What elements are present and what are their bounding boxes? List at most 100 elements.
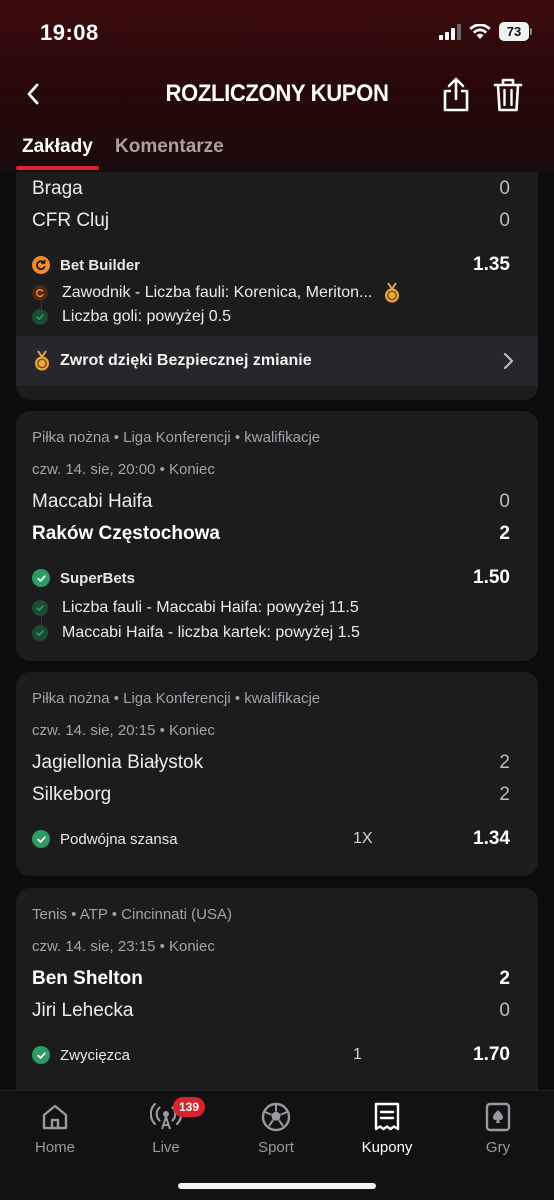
tab-comments[interactable]: Komentarze bbox=[115, 136, 224, 158]
event-date: czw. 14. sie, 20:00 • Koniec bbox=[32, 461, 215, 478]
team-score: 0 bbox=[499, 210, 510, 231]
team-name: Raków Częstochowa bbox=[32, 523, 220, 544]
tab-active-indicator bbox=[16, 166, 99, 170]
trash-icon bbox=[493, 78, 523, 112]
team-score: 2 bbox=[499, 752, 510, 773]
battery-level: 73 bbox=[499, 22, 529, 41]
team-row: Silkeborg 2 bbox=[32, 784, 510, 806]
selection-text: Maccabi Haifa - liczba kartek: powyżej 1… bbox=[62, 624, 360, 641]
selection-text: Liczba goli: powyżej 0.5 bbox=[62, 308, 231, 325]
bet-type: Podwójna szansa bbox=[60, 830, 178, 848]
team-name: Maccabi Haifa bbox=[32, 491, 153, 512]
team-score: 0 bbox=[499, 1000, 510, 1021]
share-button[interactable] bbox=[440, 74, 472, 114]
selection-row: Maccabi Haifa - liczba kartek: powyżej 1… bbox=[32, 624, 510, 642]
playing-card-icon bbox=[485, 1102, 511, 1132]
chevron-right-icon bbox=[503, 352, 514, 370]
tab-live[interactable]: 139 Live bbox=[121, 1097, 211, 1156]
status-time: 19:08 bbox=[40, 20, 99, 45]
nav-bar: ROZLICZONY KUPON bbox=[0, 70, 554, 118]
bet-card[interactable]: Tenis • ATP • Cincinnati (USA) czw. 14. … bbox=[16, 888, 538, 1090]
bet-row: Bet Builder 1.35 bbox=[32, 254, 510, 276]
check-icon bbox=[32, 1046, 50, 1064]
tab-label: Live bbox=[152, 1139, 180, 1156]
bet-odds: 1.50 bbox=[473, 567, 510, 588]
check-icon bbox=[32, 830, 50, 848]
status-bar: 19:08 73 bbox=[0, 0, 554, 66]
bet-odds: 1.70 bbox=[473, 1044, 510, 1065]
medal-icon bbox=[35, 350, 49, 371]
soccer-ball-icon bbox=[261, 1102, 291, 1132]
selection-row: Zawodnik - Liczba fauli: Korenica, Merit… bbox=[32, 282, 510, 304]
bet-type: Zwycięzca bbox=[60, 1046, 131, 1064]
check-icon bbox=[32, 625, 48, 641]
team-score: 0 bbox=[499, 491, 510, 512]
selection-row: Liczba goli: powyżej 0.5 bbox=[32, 308, 510, 326]
bet-type: Bet Builder bbox=[60, 256, 141, 274]
home-icon bbox=[42, 1104, 68, 1130]
bet-odds: 1.34 bbox=[473, 828, 510, 849]
team-score: 0 bbox=[499, 178, 510, 199]
team-name: Silkeborg bbox=[32, 784, 112, 805]
team-row: Ben Shelton 2 bbox=[32, 968, 510, 990]
tab-home[interactable]: Home bbox=[10, 1101, 100, 1156]
team-name: CFR Cluj bbox=[32, 210, 110, 231]
check-icon bbox=[32, 600, 48, 616]
event-date: czw. 14. sie, 23:15 • Koniec bbox=[32, 938, 215, 955]
league-info: Piłka nożna • Liga Konferencji • kwalifi… bbox=[32, 429, 321, 446]
tab-label: Sport bbox=[258, 1139, 294, 1156]
refund-selection-icon bbox=[32, 285, 48, 301]
team-row: Jagiellonia Białystok 2 bbox=[32, 752, 510, 774]
bet-row: SuperBets 1.50 bbox=[32, 567, 510, 589]
tab-sport[interactable]: Sport bbox=[231, 1101, 321, 1156]
bet-card: Braga 0 CFR Cluj 0 Bet Builder 1.35 Zawo… bbox=[16, 172, 538, 400]
bet-builder-icon bbox=[32, 256, 50, 274]
bet-row: Zwycięzca 1 1.70 bbox=[32, 1044, 510, 1066]
bet-row: Podwójna szansa 1X 1.34 bbox=[32, 828, 510, 850]
selection-row: Liczba fauli - Maccabi Haifa: powyżej 11… bbox=[32, 599, 510, 617]
team-row: CFR Cluj 0 bbox=[32, 210, 510, 232]
team-name: Jiri Lehecka bbox=[32, 1000, 134, 1021]
battery-icon: 73 bbox=[499, 22, 532, 41]
share-icon bbox=[443, 77, 469, 112]
check-icon bbox=[32, 309, 48, 325]
team-name: Ben Shelton bbox=[32, 968, 143, 989]
selection-text: Liczba fauli - Maccabi Haifa: powyżej 11… bbox=[62, 599, 359, 616]
bet-type: SuperBets bbox=[60, 569, 136, 587]
tab-bets[interactable]: Zakłady bbox=[22, 136, 93, 158]
refund-banner[interactable]: Zwrot dzięki Bezpiecznej zmianie bbox=[16, 336, 538, 386]
medal-icon bbox=[385, 282, 400, 303]
bet-pick: 1X bbox=[353, 830, 373, 847]
event-date: czw. 14. sie, 20:15 • Koniec bbox=[32, 722, 215, 739]
delete-button[interactable] bbox=[492, 74, 524, 114]
team-name: Jagiellonia Białystok bbox=[32, 752, 204, 773]
signal-icon bbox=[439, 23, 461, 40]
coupon-list[interactable]: Braga 0 CFR Cluj 0 Bet Builder 1.35 Zawo… bbox=[0, 172, 554, 1090]
bet-card[interactable]: Piłka nożna • Liga Konferencji • kwalifi… bbox=[16, 672, 538, 876]
tab-games[interactable]: Gry bbox=[453, 1101, 543, 1156]
status-icons: 73 bbox=[439, 22, 532, 41]
team-row: Braga 0 bbox=[32, 178, 510, 200]
wifi-icon bbox=[469, 23, 491, 39]
home-indicator bbox=[178, 1183, 376, 1189]
check-icon bbox=[32, 569, 50, 587]
tab-bar: Zakłady Komentarze bbox=[0, 128, 554, 172]
league-info: Piłka nożna • Liga Konferencji • kwalifi… bbox=[32, 690, 321, 707]
tab-label: Kupony bbox=[361, 1139, 413, 1156]
coupon-icon bbox=[374, 1102, 400, 1131]
bet-pick: 1 bbox=[353, 1046, 362, 1063]
bet-card[interactable]: Piłka nożna • Liga Konferencji • kwalifi… bbox=[16, 411, 538, 661]
team-row: Maccabi Haifa 0 bbox=[32, 491, 510, 513]
league-info: Tenis • ATP • Cincinnati (USA) bbox=[32, 906, 233, 923]
team-row: Raków Częstochowa 2 bbox=[32, 523, 510, 545]
team-score: 2 bbox=[499, 523, 510, 544]
bet-odds: 1.35 bbox=[473, 254, 510, 275]
tab-label: Home bbox=[34, 1139, 75, 1156]
refund-text: Zwrot dzięki Bezpiecznej zmianie bbox=[60, 352, 312, 369]
tab-label: Gry bbox=[485, 1139, 511, 1156]
live-count-badge: 139 bbox=[173, 1097, 206, 1117]
team-row: Jiri Lehecka 0 bbox=[32, 1000, 510, 1022]
team-score: 2 bbox=[499, 968, 510, 989]
tab-coupons[interactable]: Kupony bbox=[342, 1101, 432, 1156]
team-score: 2 bbox=[499, 784, 510, 805]
